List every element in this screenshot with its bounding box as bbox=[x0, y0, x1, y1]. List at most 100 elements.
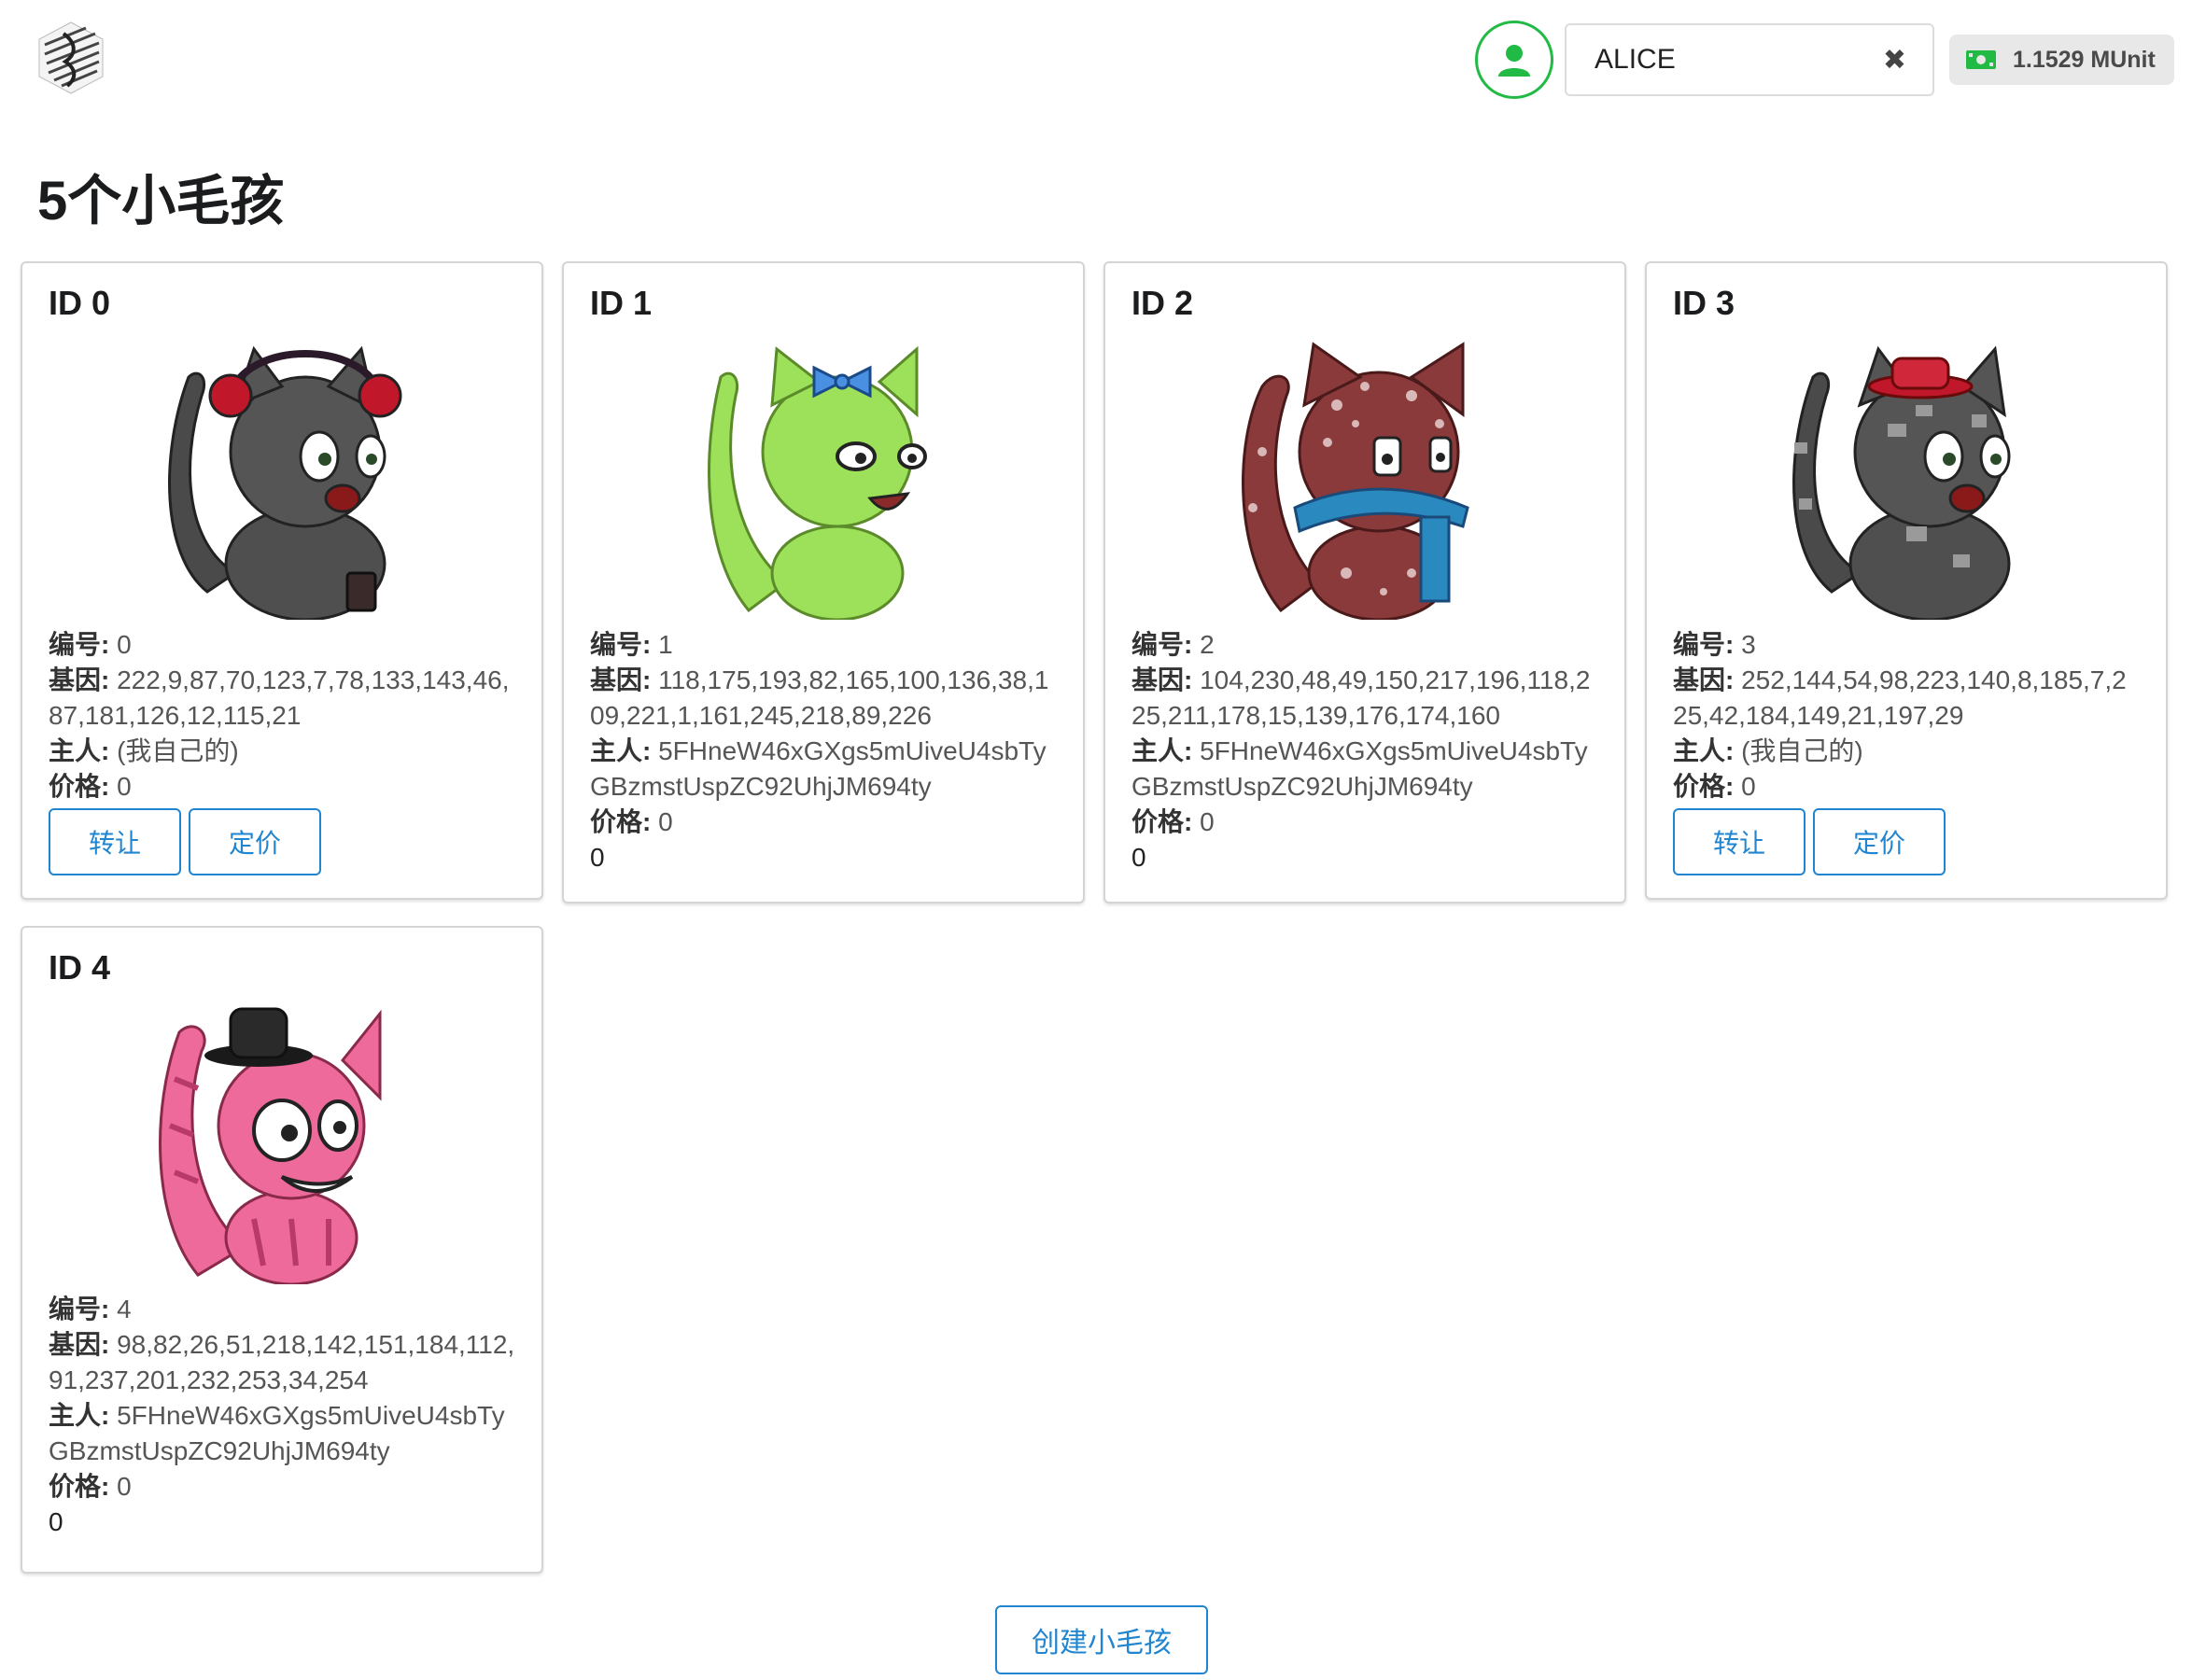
kitty-extra-value: 0 bbox=[1131, 843, 1146, 872]
transfer-button[interactable]: 转让 bbox=[49, 808, 181, 875]
kitty-genes-row: 基因: 98,82,26,51,218,142,151,184,112,91,2… bbox=[49, 1327, 515, 1398]
kitty-extra-value: 0 bbox=[49, 1507, 63, 1536]
kitty-id-title: ID 1 bbox=[590, 284, 653, 322]
price-label: 价格: bbox=[49, 1472, 110, 1501]
kitty-price: 0 bbox=[1200, 807, 1215, 836]
owner-label: 主人: bbox=[49, 736, 110, 765]
set-price-button[interactable]: 定价 bbox=[189, 808, 321, 875]
kitty-owner-row: 主人: (我自己的) bbox=[1673, 734, 2140, 769]
account-selector[interactable]: ALICE ✖ bbox=[1565, 23, 1934, 96]
kitty-image bbox=[159, 1007, 382, 1284]
kitty-image bbox=[1242, 342, 1469, 620]
kitty-owner-row: 主人: 5FHneW46xGXgs5mUiveU4sbTyGBzmstUspZC… bbox=[1131, 734, 1598, 805]
account-name: ALICE bbox=[1595, 44, 1676, 75]
kitty-genes: 98,82,26,51,218,142,151,184,112,91,237,2… bbox=[49, 1330, 515, 1394]
kitty-owner: (我自己的) bbox=[1741, 736, 1863, 765]
kitty-card: ID 3 编号: 3 基因: 252,144,54,98,223,140,8,1… bbox=[1645, 261, 2168, 900]
kitty-genes: 104,230,48,49,150,217,196,118,225,211,17… bbox=[1131, 665, 1591, 730]
number-label: 编号: bbox=[1673, 630, 1735, 659]
kitty-price: 0 bbox=[117, 1472, 132, 1501]
price-label: 价格: bbox=[49, 772, 110, 801]
money-icon bbox=[1966, 50, 1996, 69]
kitty-price-row: 价格: 0 bbox=[49, 769, 515, 805]
kitty-number-row: 编号: 4 bbox=[49, 1292, 515, 1327]
owner-label: 主人: bbox=[49, 1401, 110, 1430]
balance-label: 1.1529 MUnit bbox=[1949, 35, 2174, 85]
kitty-owner-row: 主人: 5FHneW46xGXgs5mUiveU4sbTyGBzmstUspZC… bbox=[49, 1398, 515, 1469]
kitty-id-title: ID 4 bbox=[49, 948, 111, 987]
number-label: 编号: bbox=[1131, 630, 1193, 659]
kitty-id-title: ID 0 bbox=[49, 284, 111, 322]
kitty-owner: 5FHneW46xGXgs5mUiveU4sbTyGBzmstUspZC92Uh… bbox=[590, 736, 1047, 801]
genes-label: 基因: bbox=[1673, 665, 1735, 694]
genes-label: 基因: bbox=[1131, 665, 1193, 694]
genes-label: 基因: bbox=[49, 665, 110, 694]
kitty-details: 编号: 4 基因: 98,82,26,51,218,142,151,184,11… bbox=[49, 1292, 515, 1540]
kitty-owner: (我自己的) bbox=[117, 736, 239, 765]
kitty-image bbox=[1792, 345, 2011, 620]
kitty-extra-value: 0 bbox=[590, 843, 605, 872]
number-label: 编号: bbox=[49, 630, 110, 659]
number-label: 编号: bbox=[49, 1295, 110, 1323]
kitty-price-row: 价格: 0 bbox=[49, 1469, 515, 1505]
kitty-details: 编号: 3 基因: 252,144,54,98,223,140,8,185,7,… bbox=[1673, 627, 2140, 805]
set-price-button[interactable]: 定价 bbox=[1813, 808, 1946, 875]
kitty-price: 0 bbox=[117, 772, 132, 801]
clear-account-icon[interactable]: ✖ bbox=[1883, 44, 1906, 77]
user-icon bbox=[1498, 45, 1530, 77]
kitty-card: ID 1 编号: 1 基因: 118,175,193,82,165,100,13… bbox=[562, 261, 1085, 903]
kitty-price-row: 价格: 0 bbox=[1673, 769, 2140, 805]
kitty-genes: 252,144,54,98,223,140,8,185,7,225,42,184… bbox=[1673, 665, 2127, 730]
account-avatar[interactable] bbox=[1475, 21, 1553, 99]
kitty-number: 3 bbox=[1741, 630, 1756, 659]
kitty-number-row: 编号: 0 bbox=[49, 627, 515, 663]
kitty-owner-row: 主人: (我自己的) bbox=[49, 734, 515, 769]
kitty-price: 0 bbox=[1741, 772, 1756, 801]
kitty-number-row: 编号: 3 bbox=[1673, 627, 2140, 663]
balance-amount: 1.1529 MUnit bbox=[2013, 46, 2156, 73]
kitty-number: 4 bbox=[117, 1295, 132, 1323]
kitty-price: 0 bbox=[658, 807, 673, 836]
kitty-card: ID 2 编号: 2 基因: 104,230,48,49,150,217,196… bbox=[1103, 261, 1626, 903]
price-label: 价格: bbox=[1673, 772, 1735, 801]
number-label: 编号: bbox=[590, 630, 652, 659]
page-title: 5个小毛孩 bbox=[37, 171, 285, 231]
kitty-id-title: ID 3 bbox=[1673, 284, 1735, 322]
kitty-id-title: ID 2 bbox=[1131, 284, 1194, 322]
kitty-number-row: 编号: 2 bbox=[1131, 627, 1598, 663]
kitty-genes-row: 基因: 252,144,54,98,223,140,8,185,7,225,42… bbox=[1673, 663, 2140, 734]
kitty-card: ID 4 编号: 4 基因: 98,82,26,51,218,142,151,1… bbox=[21, 926, 543, 1574]
kitty-genes-row: 基因: 118,175,193,82,165,100,136,38,109,22… bbox=[590, 663, 1057, 734]
kitty-card: ID 0 编号: 0 基因: 222,9,87,70,123,7,78,133,… bbox=[21, 261, 543, 900]
kitty-details: 编号: 1 基因: 118,175,193,82,165,100,136,38,… bbox=[590, 627, 1057, 875]
kitty-image bbox=[708, 345, 927, 620]
kitty-details: 编号: 0 基因: 222,9,87,70,123,7,78,133,143,4… bbox=[49, 627, 515, 805]
genes-label: 基因: bbox=[590, 665, 652, 694]
kitty-number: 2 bbox=[1200, 630, 1215, 659]
app-logo-icon bbox=[38, 21, 104, 94]
kitty-genes-row: 基因: 222,9,87,70,123,7,78,133,143,46,87,1… bbox=[49, 663, 515, 734]
create-kitty-button[interactable]: 创建小毛孩 bbox=[995, 1605, 1208, 1674]
owner-label: 主人: bbox=[1131, 736, 1193, 765]
owner-label: 主人: bbox=[1673, 736, 1735, 765]
price-label: 价格: bbox=[590, 807, 652, 836]
kitty-number: 0 bbox=[117, 630, 132, 659]
account-bar: ALICE ✖ 1.1529 MUnit bbox=[1475, 21, 2174, 99]
kitty-genes-row: 基因: 104,230,48,49,150,217,196,118,225,21… bbox=[1131, 663, 1598, 734]
kitty-price-row: 价格: 0 bbox=[590, 805, 1057, 840]
kitty-price-row: 价格: 0 bbox=[1131, 805, 1598, 840]
transfer-button[interactable]: 转让 bbox=[1673, 808, 1806, 875]
kitty-actions: 转让 定价 bbox=[1673, 808, 2140, 875]
kitty-actions: 转让 定价 bbox=[49, 808, 515, 875]
kitty-owner-row: 主人: 5FHneW46xGXgs5mUiveU4sbTyGBzmstUspZC… bbox=[590, 734, 1057, 805]
owner-label: 主人: bbox=[590, 736, 652, 765]
kitty-number-row: 编号: 1 bbox=[590, 627, 1057, 663]
kitty-number: 1 bbox=[658, 630, 673, 659]
kitty-details: 编号: 2 基因: 104,230,48,49,150,217,196,118,… bbox=[1131, 627, 1598, 875]
genes-label: 基因: bbox=[49, 1330, 110, 1359]
kitty-genes: 118,175,193,82,165,100,136,38,109,221,1,… bbox=[590, 665, 1049, 730]
kitty-owner: 5FHneW46xGXgs5mUiveU4sbTyGBzmstUspZC92Uh… bbox=[49, 1401, 505, 1465]
price-label: 价格: bbox=[1131, 807, 1193, 836]
kitty-genes: 222,9,87,70,123,7,78,133,143,46,87,181,1… bbox=[49, 665, 510, 730]
kitty-owner: 5FHneW46xGXgs5mUiveU4sbTyGBzmstUspZC92Uh… bbox=[1131, 736, 1588, 801]
